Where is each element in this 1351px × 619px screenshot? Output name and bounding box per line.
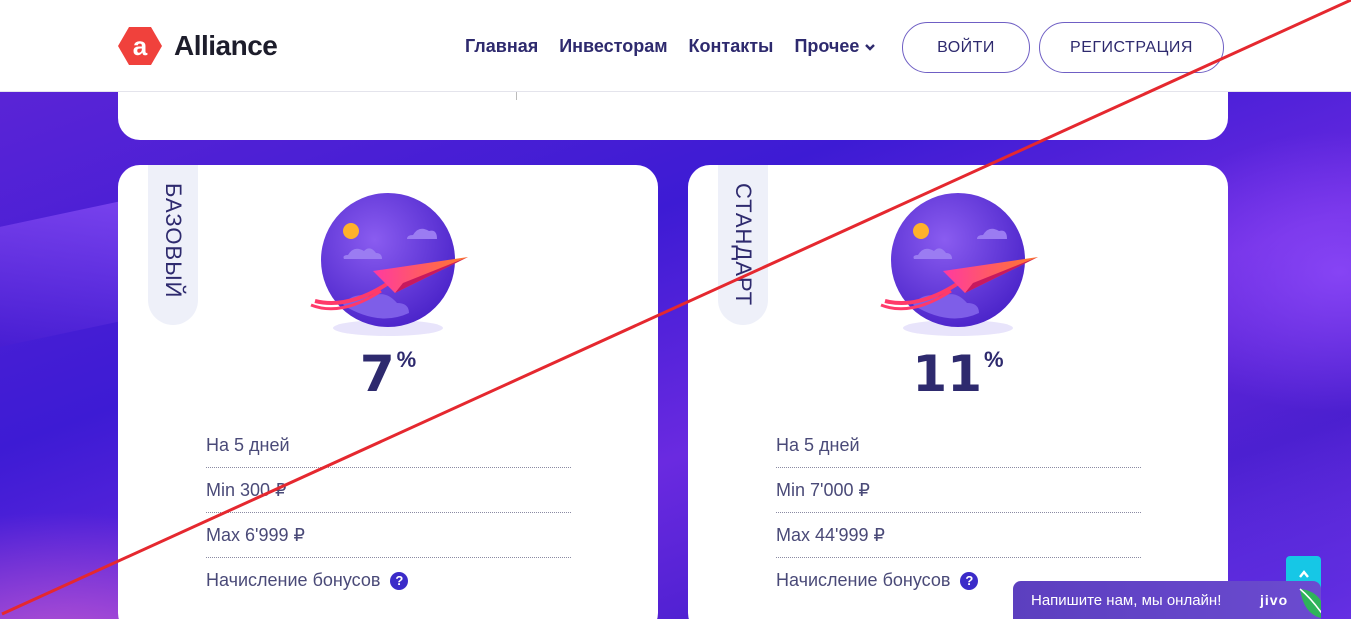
plan-details: На 5 дней Min 7'000 ₽ Max 44'999 ₽ Начис… — [776, 423, 1141, 603]
plan-name: СТАНДАРТ — [731, 183, 756, 307]
logo-hex-icon: a — [118, 27, 162, 65]
chat-widget-text: Напишите нам, мы онлайн! — [1031, 591, 1222, 609]
site-header: a Alliance Главная Инвесторам Контакты П… — [0, 0, 1351, 92]
register-button[interactable]: РЕГИСТРАЦИЯ — [1039, 22, 1224, 73]
help-icon[interactable]: ? — [960, 571, 979, 590]
plan-card-standard: СТАНДАРТ 11% На 5 дней Min 7'000 ₽ Max 4… — [688, 165, 1228, 619]
nav-item-other-label: Прочее — [794, 36, 860, 56]
main-nav: Главная Инвесторам Контакты Прочее — [465, 36, 876, 57]
logo-letter: a — [133, 31, 148, 61]
plan-percent-symbol: % — [396, 347, 417, 372]
plan-percent-value: 11 — [912, 345, 983, 403]
nav-item-other[interactable]: Прочее — [794, 36, 876, 57]
chat-widget[interactable]: Напишите нам, мы онлайн! jivo — [1013, 581, 1321, 619]
plan-tag: СТАНДАРТ — [718, 165, 768, 325]
plan-term: На 5 дней — [206, 423, 571, 468]
leaf-icon — [1299, 588, 1321, 619]
nav-item-contacts[interactable]: Контакты — [689, 36, 774, 57]
help-icon[interactable]: ? — [390, 571, 409, 590]
plan-percent: 11% — [688, 345, 1228, 403]
chevron-up-icon — [1298, 569, 1309, 578]
plan-percent-symbol: % — [984, 347, 1004, 372]
nav-item-home[interactable]: Главная — [465, 36, 538, 57]
plan-max: Max 44'999 ₽ — [776, 513, 1141, 558]
plan-max: Max 6'999 ₽ — [206, 513, 571, 558]
nav-item-investors[interactable]: Инвесторам — [559, 36, 667, 57]
plan-tag: БАЗОВЫЙ — [148, 165, 198, 325]
login-button[interactable]: ВОЙТИ — [902, 22, 1030, 73]
logo[interactable]: a Alliance — [118, 24, 278, 68]
plan-bonus: Начисление бонусов ? — [206, 558, 571, 603]
plan-card-basic: БАЗОВЫЙ 7% На 5 дней Min 300 ₽ Max 6'999… — [118, 165, 658, 619]
chevron-down-icon — [865, 43, 876, 51]
planet-paper-plane-icon — [310, 193, 468, 336]
plan-bonus-label: Начисление бонусов — [776, 570, 951, 590]
planet-paper-plane-icon — [880, 193, 1038, 336]
plan-bonus-label: Начисление бонусов — [206, 570, 381, 590]
logo-text: Alliance — [174, 30, 278, 61]
plan-details: На 5 дней Min 300 ₽ Max 6'999 ₽ Начислен… — [206, 423, 571, 603]
plan-min: Min 300 ₽ — [206, 468, 571, 513]
plan-percent: 7% — [118, 345, 658, 403]
chat-brand-logo: jivo — [1260, 592, 1289, 608]
plan-percent-value: 7 — [359, 345, 395, 403]
plan-min: Min 7'000 ₽ — [776, 468, 1141, 513]
plan-term: На 5 дней — [776, 423, 1141, 468]
plan-name: БАЗОВЫЙ — [161, 183, 186, 299]
